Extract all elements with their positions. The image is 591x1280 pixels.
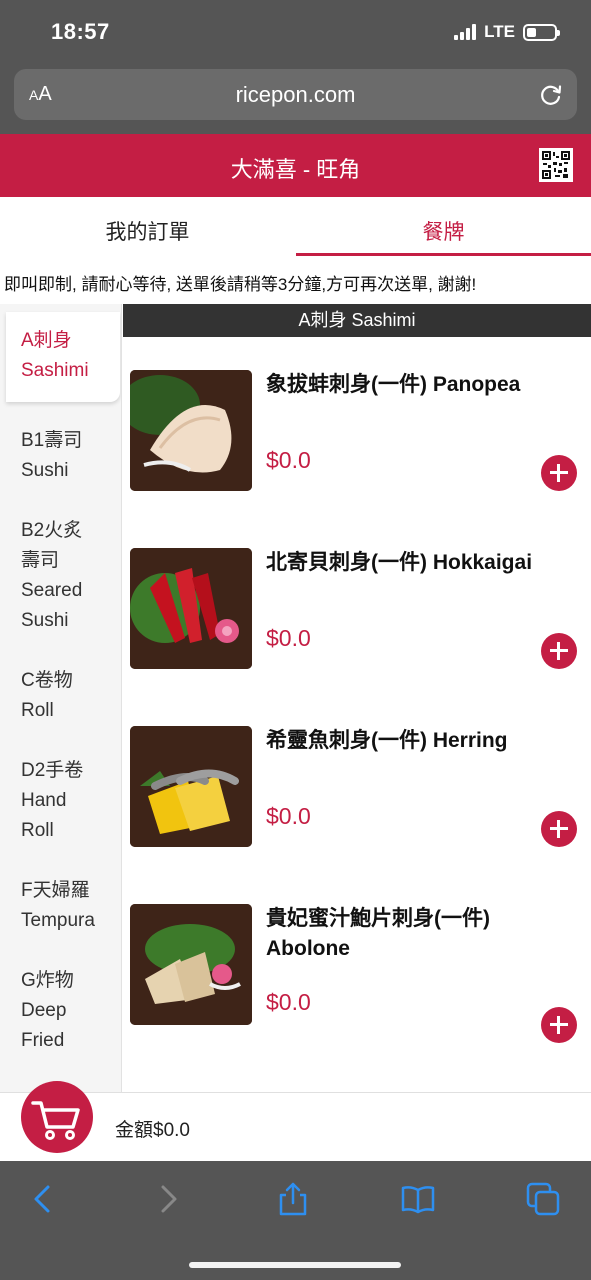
abalone-sashimi-photo[interactable] [130,904,252,1025]
item-name: 貴妃蜜汁鮑片刺身(一件) Abolone [266,907,490,960]
item-price: $0.0 [266,625,311,651]
forward-icon[interactable] [150,1181,186,1217]
add-item-button[interactable] [541,1007,577,1043]
item-price: $0.0 [266,447,311,473]
battery-icon [523,23,560,41]
reload-icon[interactable] [538,82,564,108]
bookmarks-icon[interactable] [400,1181,436,1217]
page-title: 大滿喜 - 旺角 [230,157,361,182]
category-roll[interactable]: C卷物 Roll [0,652,100,742]
status-time: 18:57 [51,19,110,44]
network-label: LTE [484,22,515,41]
address-bar[interactable]: AA ricepon.com [14,69,577,120]
menu-item: 北寄貝刺身(一件) Hokkaigai $0.0 [123,515,591,693]
panopea-sashimi-photo[interactable] [130,370,252,491]
back-icon[interactable] [25,1181,61,1217]
signal-icon [454,24,477,40]
category-tempura[interactable]: F天婦羅 Tempura [0,862,100,952]
menu-item: 希靈魚刺身(一件) Herring $0.0 [123,693,591,871]
item-name: 希靈魚刺身(一件) Herring [266,729,508,752]
status-indicators: LTE [454,22,560,42]
home-indicator [189,1262,401,1268]
category-sushi[interactable]: B1壽司 Sushi [0,412,100,502]
add-item-button[interactable] [541,811,577,847]
tabs-icon[interactable] [525,1181,561,1217]
app-header: 大滿喜 - 旺角 [0,134,591,197]
category-sidebar[interactable]: A刺身 Sashimi B1壽司 Sushi B2火炙壽司 Seared Sus… [0,304,122,1094]
qr-code-icon[interactable] [539,148,573,182]
category-sashimi[interactable]: A刺身 Sashimi [6,312,120,402]
tab-bar: 我的訂單 餐牌 [0,197,591,259]
tab-my-orders[interactable]: 我的訂單 [0,197,295,259]
item-price: $0.0 [266,803,311,829]
share-icon[interactable] [275,1181,311,1217]
cart-total: 金額$0.0 [115,1120,190,1141]
add-item-button[interactable] [541,455,577,491]
category-hand-roll[interactable]: D2手卷 Hand Roll [0,742,100,862]
cart-button[interactable] [21,1081,93,1153]
item-name: 北寄貝刺身(一件) Hokkaigai [266,551,533,574]
menu-item: 象拔蚌刺身(一件) Panopea $0.0 [123,337,591,515]
url-text[interactable]: ricepon.com [14,82,577,108]
category-seared-sushi[interactable]: B2火炙壽司 Seared Sushi [0,502,100,652]
cart-icon [31,1101,80,1140]
item-name: 象拔蚌刺身(一件) Panopea [266,373,521,396]
menu-item: 貴妃蜜汁鮑片刺身(一件) Abolone $0.0 [123,871,591,1049]
section-header: A刺身 Sashimi [123,304,591,337]
tab-menu[interactable]: 餐牌 [296,197,591,259]
herring-sashimi-photo[interactable] [130,726,252,847]
add-item-button[interactable] [541,633,577,669]
hokkaigai-sashimi-photo[interactable] [130,548,252,669]
item-price: $0.0 [266,989,311,1015]
active-tab-indicator [296,253,591,256]
menu-item-list: 象拔蚌刺身(一件) Panopea $0.0 北寄貝刺身(一件) Hokkaig… [123,337,591,1094]
notice-text: 即叫即制, 請耐心等待, 送單後請稍等3分鐘,方可再次送單, 謝謝! [4,275,477,294]
category-deep-fried[interactable]: G炸物 Deep Fried [0,952,100,1072]
